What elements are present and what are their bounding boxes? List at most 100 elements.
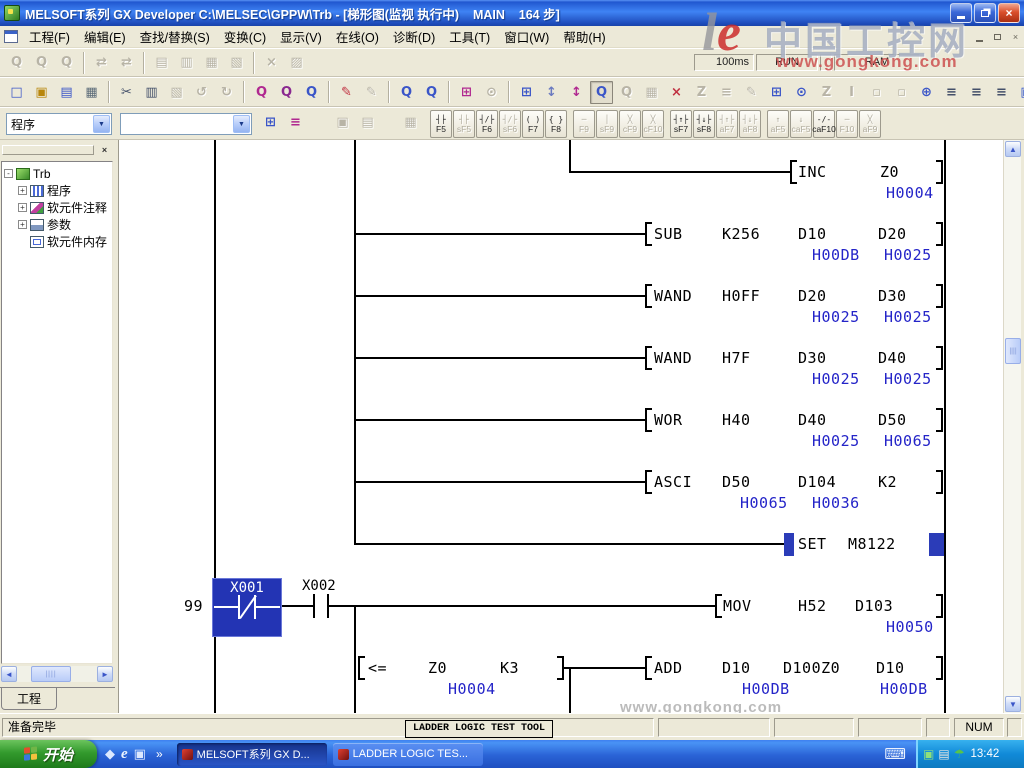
menu-item-9[interactable]: 帮助(H) (556, 25, 612, 48)
ladder-vscrollbar[interactable]: ▲ |||| ▼ (1003, 140, 1021, 713)
step-run-out-button[interactable]: ↕ (565, 81, 588, 104)
find-device-button[interactable]: Q (5, 51, 28, 74)
instruction-text[interactable]: SUB (654, 224, 683, 244)
i-transfer-button[interactable]: I (840, 81, 863, 104)
program-list-button[interactable]: ▦ (399, 111, 422, 134)
options-button[interactable]: ▣ (1015, 81, 1024, 104)
instruction-text[interactable]: H52 (798, 596, 827, 616)
delete-row-button[interactable]: ▧ (225, 51, 248, 74)
copy-button[interactable]: ▥ (140, 81, 163, 104)
instruction-text[interactable]: Z0 (880, 162, 899, 182)
z-transfer-button[interactable]: Z (815, 81, 838, 104)
replace-instruction-button[interactable]: ⇄ (115, 51, 138, 74)
dropdown-arrow-icon[interactable]: ▼ (233, 115, 250, 133)
instruction-text[interactable]: D50 (722, 472, 751, 492)
mdi-minimize-button[interactable] (971, 29, 988, 44)
dropdown-arrow-icon[interactable]: ▼ (93, 115, 110, 133)
tree-hscrollbar[interactable]: ◄ |||| ► (1, 666, 113, 682)
new-project-button[interactable]: □ (5, 81, 28, 104)
tree-expand-icon[interactable]: + (18, 186, 27, 195)
instruction-text[interactable]: D30 (878, 286, 907, 306)
comment-edit-button[interactable]: ⊞ (259, 111, 282, 134)
redo-button[interactable]: ↻ (215, 81, 238, 104)
instruction-text[interactable]: D40 (878, 348, 907, 368)
vscroll-thumb[interactable]: |||| (1005, 338, 1021, 364)
online-change-button[interactable]: Z (690, 81, 713, 104)
fkey-caF10-button[interactable]: -/-caF10 (813, 110, 835, 138)
instruction-text[interactable]: MOV (723, 596, 752, 616)
fkey-aF5-button[interactable]: ↑aF5 (767, 110, 789, 138)
fkey-F10-button[interactable]: ─F10 (836, 110, 858, 138)
project-tab[interactable]: 工程 (1, 688, 57, 710)
device-combo[interactable]: ▼ (120, 113, 252, 135)
document-edit-button[interactable]: ✎ (360, 81, 383, 104)
zoom-in-button[interactable]: Q (420, 81, 443, 104)
media-player-icon[interactable]: ▣ (134, 746, 146, 762)
mdi-restore-button[interactable] (989, 29, 1006, 44)
fkey-sF5-button[interactable]: ┤├sF5 (453, 110, 475, 138)
save-project-button[interactable]: ▤ (55, 81, 78, 104)
device-use-list-button[interactable]: ▥ (175, 51, 198, 74)
fkey-cF10-button[interactable]: ╳cF10 (642, 110, 664, 138)
menu-item-1[interactable]: 编辑(E) (77, 25, 133, 48)
statement-display-button[interactable]: ≡ (965, 81, 988, 104)
hscroll-thumb[interactable]: |||| (31, 666, 71, 682)
close-button[interactable]: × (998, 3, 1020, 23)
tree-item-3[interactable]: 软元件内存 (4, 233, 112, 250)
internet-explorer-icon[interactable]: e (121, 746, 128, 763)
tree-item-root[interactable]: -Trb (4, 165, 112, 182)
find-button[interactable]: Q (250, 81, 273, 104)
instruction-text[interactable]: D30 (798, 348, 827, 368)
panel-grip[interactable] (2, 145, 94, 155)
scroll-up-icon[interactable]: ▲ (1005, 141, 1021, 157)
ladder-view-button[interactable]: ⊞ (515, 81, 538, 104)
instruction-text[interactable]: ADD (654, 658, 683, 678)
program-edit-button[interactable]: ✎ (740, 81, 763, 104)
fkey-F5-button[interactable]: ┤├F5 (430, 110, 452, 138)
help-button[interactable]: ⊕ (915, 81, 938, 104)
tray-device-icon[interactable]: ▣ (923, 747, 934, 761)
find-step-button[interactable]: Q (55, 51, 78, 74)
instruction-text[interactable]: ASCI (654, 472, 692, 492)
instruction-text[interactable]: D50 (878, 410, 907, 430)
device-tree-button[interactable]: ≡ (284, 111, 307, 134)
sfc-zoom-button[interactable]: ▣ (331, 111, 354, 134)
instruction-text[interactable]: D10 (722, 658, 751, 678)
undo-button[interactable]: ↺ (190, 81, 213, 104)
note-display-button[interactable]: ≡ (990, 81, 1013, 104)
fkey-sF9-button[interactable]: │sF9 (596, 110, 618, 138)
fkey-sF8-button[interactable]: ┤↓├sF8 (693, 110, 715, 138)
menu-item-5[interactable]: 在线(O) (329, 25, 386, 48)
fkey-aF7-button[interactable]: ┤↑├aF7 (716, 110, 738, 138)
monitor-write-button[interactable]: Q (615, 81, 638, 104)
instruction-text[interactable]: H0FF (722, 286, 760, 306)
paste-button[interactable]: ▧ (165, 81, 188, 104)
fkey-sF6-button[interactable]: ┤/├sF6 (499, 110, 521, 138)
fkey-aF8-button[interactable]: ┤↓├aF8 (739, 110, 761, 138)
minimize-button[interactable] (950, 3, 972, 23)
scroll-right-icon[interactable]: ► (97, 666, 113, 682)
input-method-icon[interactable]: ⌨ (884, 745, 916, 763)
fkey-aF9-button[interactable]: ╳aF9 (859, 110, 881, 138)
menu-item-0[interactable]: 工程(F) (22, 25, 77, 48)
find-replace-button[interactable]: Q (300, 81, 323, 104)
insert-row-button[interactable]: ▦ (200, 51, 223, 74)
comment-display-button[interactable]: ≡ (940, 81, 963, 104)
scroll-down-icon[interactable]: ▼ (1005, 696, 1021, 712)
restore-button[interactable] (974, 3, 996, 23)
fkey-caF5-button[interactable]: ↓caF5 (790, 110, 812, 138)
fkey-cF9-button[interactable]: ╳cF9 (619, 110, 641, 138)
program-combo[interactable]: 程序 ▼ (6, 113, 112, 135)
tray-card-icon[interactable]: ▤ (938, 747, 949, 761)
instruction-text[interactable]: M8122 (848, 534, 896, 554)
instruction-text[interactable]: D40 (798, 410, 827, 430)
tree-item-2[interactable]: +参数 (4, 216, 112, 233)
monitor-stop-button[interactable]: × (665, 81, 688, 104)
tree-item-0[interactable]: +程序 (4, 182, 112, 199)
menu-item-3[interactable]: 变换(C) (217, 25, 273, 48)
step-run-in-button[interactable]: ↕ (540, 81, 563, 104)
instruction-text[interactable]: SET (798, 534, 827, 554)
ladder-logic-test-tool-window[interactable]: LADDER LOGIC TEST TOOL (405, 720, 553, 738)
find-instruction-button[interactable]: Q (30, 51, 53, 74)
show-desktop-icon[interactable]: ◆ (105, 746, 115, 762)
